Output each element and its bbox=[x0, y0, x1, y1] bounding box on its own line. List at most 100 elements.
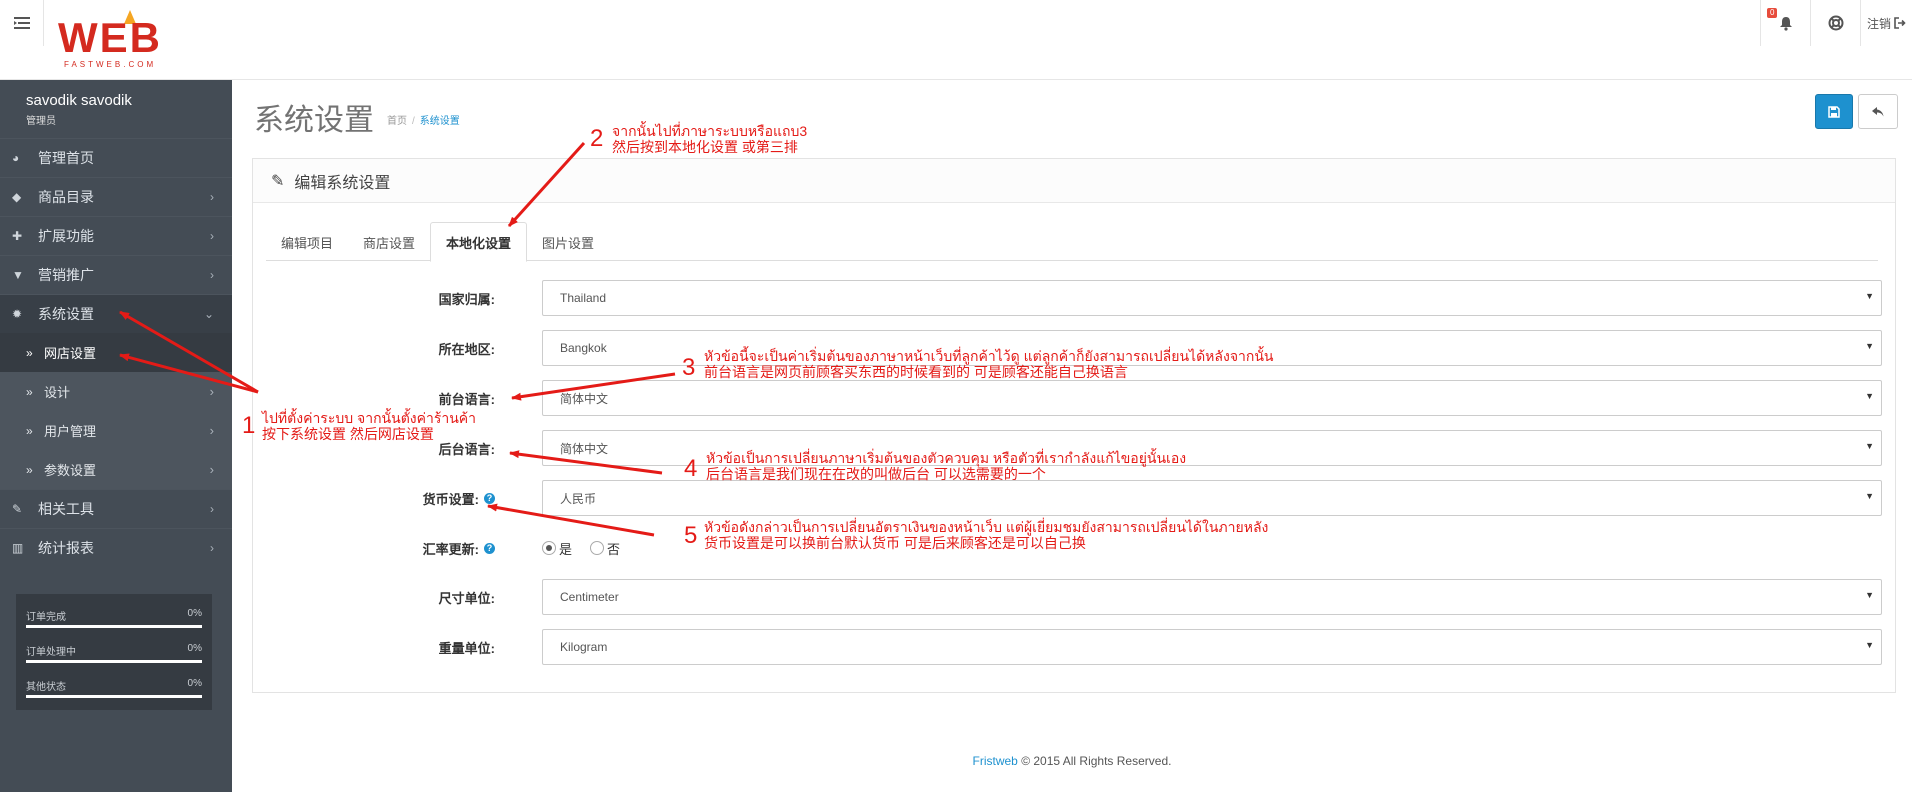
auto-update-no-radio[interactable] bbox=[590, 541, 605, 555]
annotation-line: 然后按到本地化设置 或第三排 bbox=[612, 139, 798, 155]
footer-text: © 2015 All Rights Reserved. bbox=[1021, 754, 1172, 768]
country-label: 国家归属: bbox=[438, 291, 495, 307]
sidebar-item-catalog[interactable]: ◆ 商品目录 › bbox=[0, 177, 232, 216]
notifications-button[interactable]: 0 bbox=[1760, 0, 1810, 46]
sidebar-subitem-label: 网店设置 bbox=[44, 346, 97, 361]
annotation-note-5: หัวข้อดังกล่าวเป็นการเปลี่ยนอัตราเงินของ… bbox=[704, 519, 1268, 551]
sidebar-nav: ◕ 管理首页 ◆ 商品目录 › ✚ 扩展功能 › ▼ 营销推广 › ✹ 系统设置… bbox=[0, 138, 232, 567]
zone-value: Bangkok bbox=[560, 341, 607, 355]
chevron-right-icon: › bbox=[210, 229, 214, 243]
user-role: 管理员 bbox=[26, 116, 56, 127]
sidebar-item-reports[interactable]: ▥ 统计报表 › bbox=[0, 528, 232, 567]
double-chevron-icon: » bbox=[26, 384, 33, 399]
chevron-right-icon: › bbox=[210, 190, 214, 204]
lifebuoy-icon bbox=[1828, 15, 1843, 31]
sidebar-subitem-users[interactable]: » 用户管理 › bbox=[0, 411, 232, 450]
chevron-right-icon: › bbox=[209, 423, 214, 438]
auto-update-label: 汇率更新: bbox=[422, 541, 479, 557]
sidebar-item-extensions[interactable]: ✚ 扩展功能 › bbox=[0, 216, 232, 255]
bar-chart-icon: ▥ bbox=[12, 541, 24, 555]
sidebar-subitem-params[interactable]: » 参数设置 › bbox=[0, 450, 232, 489]
double-chevron-icon: » bbox=[26, 423, 33, 438]
form-row-weight-unit: 重量单位: Kilogram ▼ bbox=[253, 629, 1897, 665]
breadcrumb-home[interactable]: 首页 bbox=[387, 116, 407, 127]
user-profile[interactable]: savodik savodik 管理员 bbox=[0, 80, 232, 138]
logo-subtext: FASTWEB.COM bbox=[64, 60, 157, 69]
stat-row: 订单完成 0% bbox=[26, 600, 202, 635]
logo-text: WEB bbox=[58, 14, 162, 61]
tab-store-settings[interactable]: 商店设置 bbox=[348, 222, 430, 262]
frontend-language-value: 简体中文 bbox=[560, 391, 609, 406]
frontend-language-select[interactable]: 简体中文 ▼ bbox=[542, 380, 1882, 416]
weight-unit-select[interactable]: Kilogram ▼ bbox=[542, 629, 1882, 665]
tag-icon: ◆ bbox=[12, 190, 22, 204]
caret-down-icon: ▼ bbox=[1865, 441, 1874, 451]
weight-unit-label: 重量单位: bbox=[438, 640, 495, 656]
stat-value: 0% bbox=[187, 608, 202, 619]
auto-update-no-label: 否 bbox=[607, 541, 621, 557]
form-row-frontend-language: 前台语言: 简体中文 ▼ bbox=[253, 380, 1897, 416]
reply-icon bbox=[1872, 106, 1884, 116]
logout-button[interactable]: 注销 bbox=[1860, 0, 1912, 46]
annotation-line: หัวข้อดังกล่าวเป็นการเปลี่ยนอัตราเงินของ… bbox=[704, 519, 1269, 535]
currency-select[interactable]: 人民币 ▼ bbox=[542, 480, 1882, 516]
annotation-line: 后台语言是我们现在在改的叫做后台 可以选需要的一个 bbox=[706, 466, 1046, 482]
sidebar-subitem-label: 设计 bbox=[44, 385, 71, 400]
sidebar-item-label: 营销推广 bbox=[38, 267, 94, 283]
sidebar-subitem-store[interactable]: » 网店设置 bbox=[0, 333, 232, 372]
annotation-note-1: ไปที่ตั้งค่าระบบ จากนั้นตั้งค่าร้านค้า 按… bbox=[262, 410, 476, 442]
caret-down-icon: ▼ bbox=[1865, 491, 1874, 501]
sidebar-item-dashboard[interactable]: ◕ 管理首页 bbox=[0, 138, 232, 177]
stat-progress-bar bbox=[26, 695, 202, 698]
tab-localization[interactable]: 本地化设置 bbox=[430, 222, 528, 262]
country-select[interactable]: Thailand ▼ bbox=[542, 280, 1882, 316]
footer-link[interactable]: Fristweb bbox=[973, 754, 1018, 768]
auto-update-yes-radio[interactable] bbox=[542, 541, 556, 555]
sidebar-item-tools[interactable]: ✎ 相关工具 › bbox=[0, 489, 232, 528]
wrench-icon: ✎ bbox=[12, 502, 23, 516]
sidebar-item-label: 相关工具 bbox=[38, 501, 94, 517]
puzzle-icon: ✚ bbox=[12, 229, 23, 243]
length-unit-value: Centimeter bbox=[560, 590, 619, 604]
panel-title: 编辑系统设置 bbox=[294, 174, 391, 192]
caret-down-icon: ▼ bbox=[1865, 391, 1874, 401]
logo[interactable]: WEB FASTWEB.COM bbox=[58, 10, 178, 72]
annotation-number-4: 4 bbox=[684, 455, 698, 482]
zone-label: 所在地区: bbox=[438, 341, 495, 357]
sidebar-item-system[interactable]: ✹ 系统设置 ⌄ bbox=[0, 294, 232, 333]
hamburger-icon[interactable] bbox=[0, 0, 44, 46]
stat-row: 订单处理中 0% bbox=[26, 635, 202, 670]
help-button[interactable] bbox=[1810, 0, 1860, 46]
footer: Fristweb © 2015 All Rights Reserved. bbox=[232, 754, 1912, 768]
stat-value: 0% bbox=[187, 643, 202, 654]
chevron-down-icon: ⌄ bbox=[203, 307, 214, 321]
sidebar-item-label: 统计报表 bbox=[38, 540, 94, 556]
tab-edit-items[interactable]: 编辑项目 bbox=[266, 222, 348, 262]
tab-image-settings[interactable]: 图片设置 bbox=[527, 222, 609, 262]
length-unit-select[interactable]: Centimeter ▼ bbox=[542, 579, 1882, 615]
auto-update-label-wrap: 汇率更新:? bbox=[423, 530, 495, 566]
annotation-number-3: 3 bbox=[682, 354, 696, 381]
caret-down-icon: ▼ bbox=[1865, 291, 1874, 301]
breadcrumb-current[interactable]: 系统设置 bbox=[420, 116, 460, 127]
form-row-country: 国家归属: Thailand ▼ bbox=[253, 280, 1897, 316]
chevron-right-icon: › bbox=[209, 462, 214, 477]
chevron-right-icon: › bbox=[210, 268, 214, 282]
caret-down-icon: ▼ bbox=[1865, 590, 1874, 600]
bell-icon bbox=[1779, 16, 1792, 31]
back-button[interactable] bbox=[1858, 94, 1898, 129]
sidebar-item-marketing[interactable]: ▼ 营销推广 › bbox=[0, 255, 232, 294]
form-row-currency: 货币设置:? 人民币 ▼ bbox=[253, 480, 1897, 516]
sidebar-subitem-design[interactable]: » 设计 › bbox=[0, 372, 232, 411]
stat-progress-bar bbox=[26, 625, 202, 628]
auto-update-radio-group: 是 否 bbox=[542, 530, 620, 566]
help-icon[interactable]: ? bbox=[484, 492, 495, 504]
annotation-note-4: หัวข้อเป็นการเปลี่ยนภาษาเริ่มต้นของตัวคว… bbox=[706, 450, 1186, 482]
save-button[interactable] bbox=[1815, 94, 1853, 129]
help-icon[interactable]: ? bbox=[484, 542, 495, 554]
sidebar-item-label: 系统设置 bbox=[38, 306, 94, 322]
sidebar-item-label: 扩展功能 bbox=[38, 228, 94, 244]
double-chevron-icon: » bbox=[26, 462, 33, 477]
annotation-number-5: 5 bbox=[684, 522, 698, 549]
annotation-note-3: หัวข้อนี้จะเป็นค่าเริ่มต้นของภาษาหน้าเว็… bbox=[704, 348, 1274, 380]
